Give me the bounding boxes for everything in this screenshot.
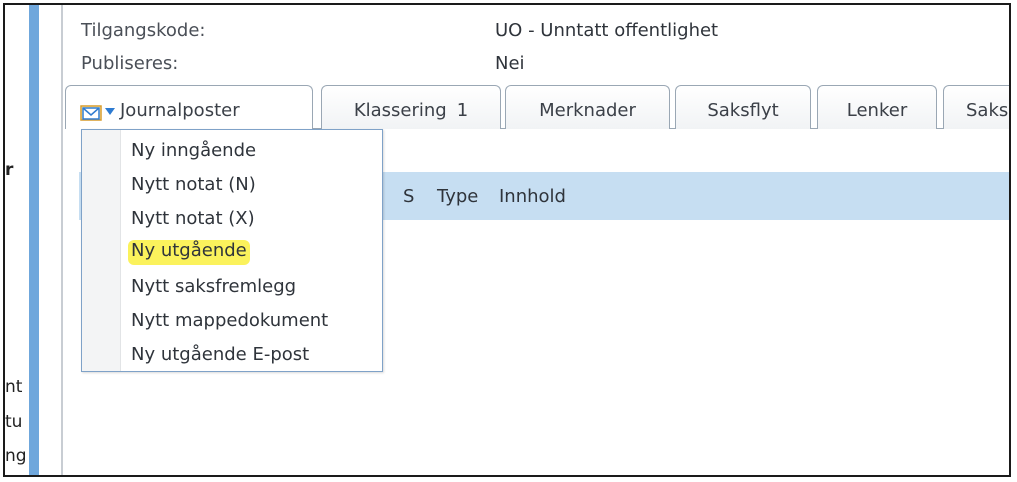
tab-label: Saks bbox=[966, 100, 1009, 121]
left-panel-fragment: r bbox=[5, 160, 14, 180]
tab-label: Klassering bbox=[353, 100, 447, 121]
tab-journalposter[interactable]: Journalposter bbox=[65, 85, 313, 129]
publish-label: Publiseres: bbox=[81, 53, 179, 74]
menu-item-nytt-saksfremlegg[interactable]: Nytt saksfremlegg bbox=[128, 276, 299, 297]
menu-item-ny-inngaende[interactable]: Ny inngående bbox=[128, 140, 259, 161]
column-header-s[interactable]: S bbox=[403, 186, 414, 207]
tab-label: Journalposter bbox=[120, 100, 240, 121]
tab-klassering[interactable]: Klassering 1 bbox=[321, 85, 501, 129]
left-panel-fragment: tu bbox=[5, 412, 23, 432]
mail-folder-icon[interactable] bbox=[80, 105, 102, 121]
main-panel-border bbox=[61, 5, 63, 475]
dropdown-caret-icon[interactable] bbox=[105, 108, 115, 115]
access-code-label: Tilgangskode: bbox=[81, 20, 206, 41]
tab-lenker[interactable]: Lenker bbox=[817, 85, 937, 129]
menu-item-ny-utgaende-epost[interactable]: Ny utgående E-post bbox=[128, 344, 312, 365]
publish-value: Nei bbox=[495, 53, 525, 74]
left-panel-fragment: ng bbox=[5, 446, 27, 466]
screenshot-frame: r nt tu ng Tilgangskode: UO - Unntatt of… bbox=[3, 3, 1011, 477]
menu-item-nytt-notat-n[interactable]: Nytt notat (N) bbox=[128, 174, 259, 195]
menu-item-ny-utgaende[interactable]: Ny utgående bbox=[128, 240, 250, 265]
column-header-type[interactable]: Type bbox=[437, 186, 478, 207]
tab-label: Lenker bbox=[846, 100, 908, 121]
tab-count-badge: 1 bbox=[456, 100, 469, 121]
tab-saks[interactable]: Saks bbox=[943, 85, 1009, 129]
new-document-menu: Ny inngående Nytt notat (N) Nytt notat (… bbox=[81, 129, 383, 372]
menu-item-nytt-notat-x[interactable]: Nytt notat (X) bbox=[128, 208, 258, 229]
left-panel-fragment: nt bbox=[5, 377, 23, 397]
tab-saksflyt[interactable]: Saksflyt bbox=[675, 85, 811, 129]
tab-label: Saksflyt bbox=[707, 100, 779, 121]
menu-item-nytt-mappedokument[interactable]: Nytt mappedokument bbox=[128, 310, 331, 331]
tab-merknader[interactable]: Merknader bbox=[505, 85, 670, 129]
tab-label: Merknader bbox=[539, 100, 636, 121]
tab-panel: Journalposter Klassering 1 Merknader Saks… bbox=[65, 85, 1009, 475]
access-code-value: UO - Unntatt offentlighet bbox=[495, 20, 719, 41]
menu-gutter bbox=[82, 130, 121, 371]
left-panel-bar bbox=[29, 5, 39, 475]
column-header-innhold[interactable]: Innhold bbox=[499, 186, 566, 207]
